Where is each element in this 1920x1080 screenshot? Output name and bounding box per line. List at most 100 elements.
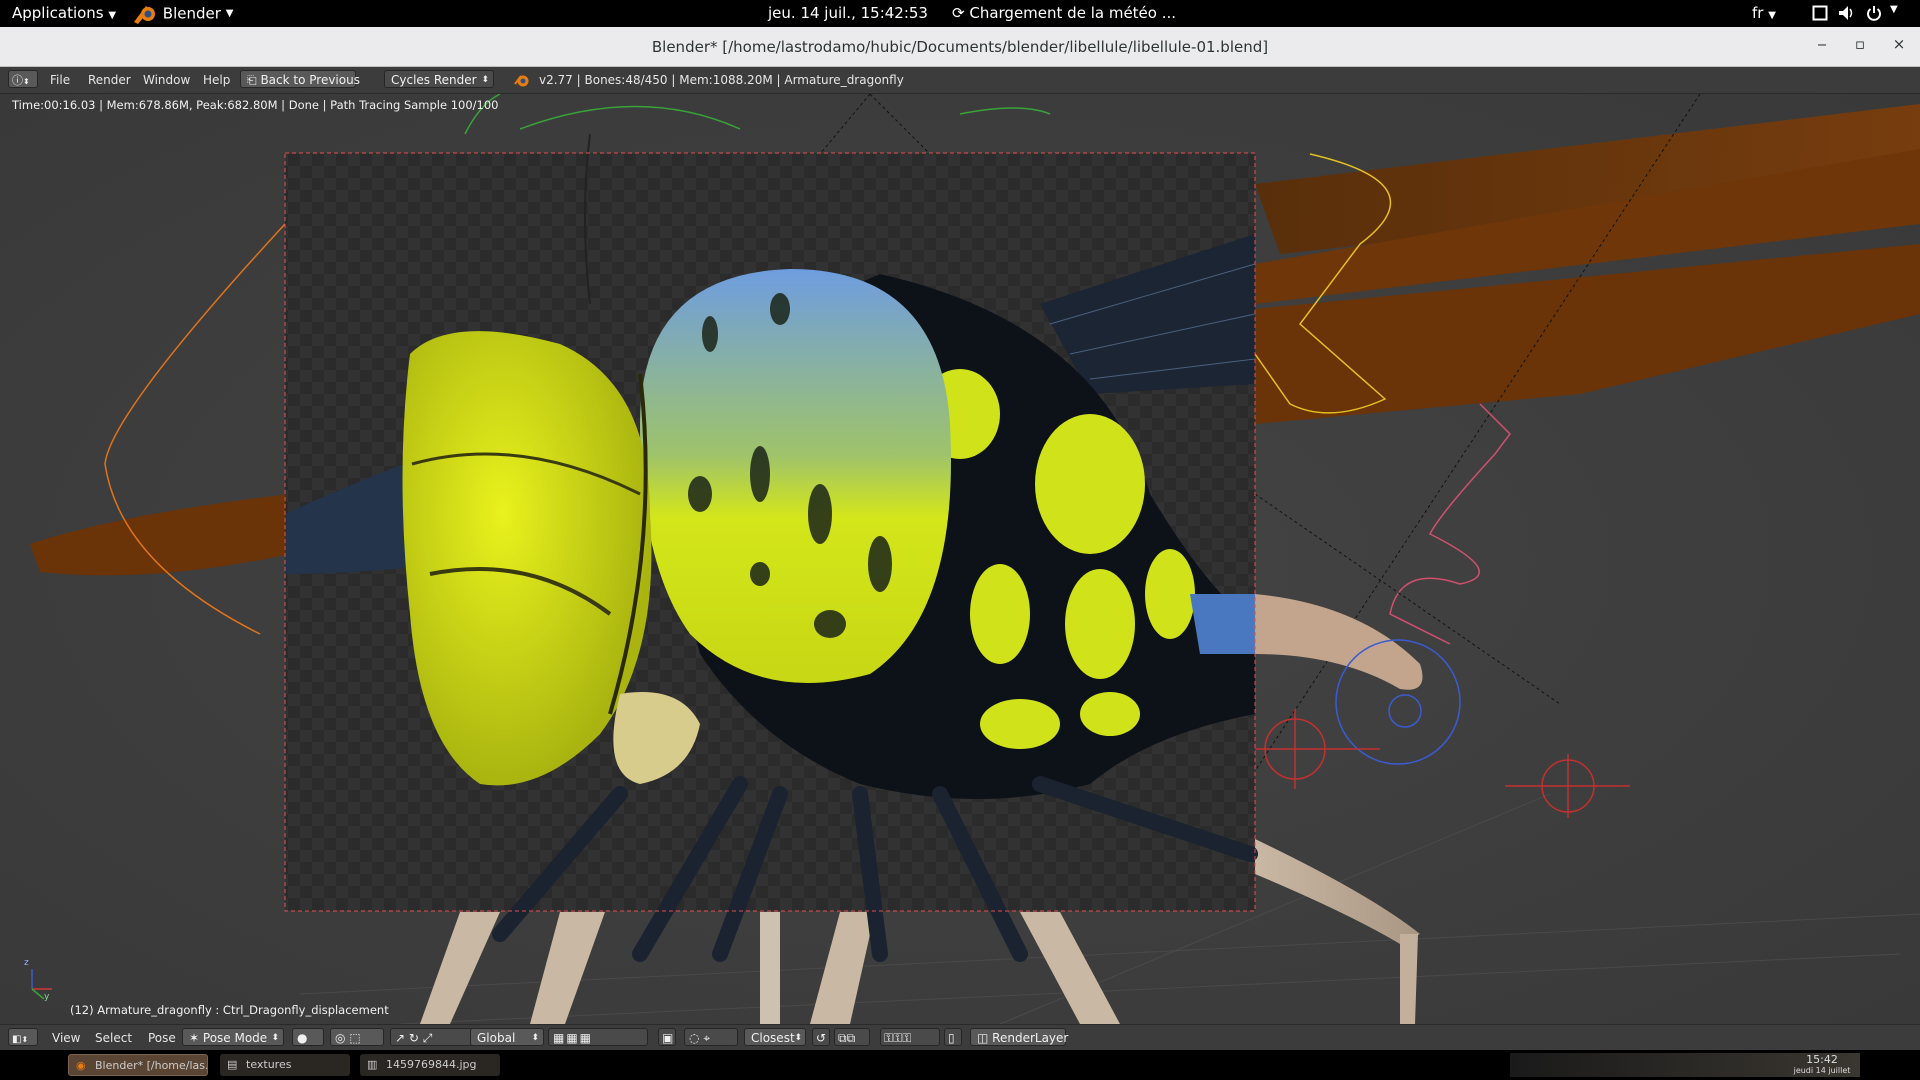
copy-pose-icon: ⧉: [838, 1031, 847, 1045]
chevron-down-icon: ▼: [108, 10, 117, 21]
blender-logo-icon: [134, 6, 155, 24]
app-menu[interactable]: Blender ▼: [128, 0, 233, 27]
maximize-button[interactable]: ▫: [1848, 35, 1872, 57]
editor-type-selector[interactable]: ◧⬍: [8, 1028, 38, 1046]
axis-y-label: y: [44, 992, 50, 1002]
updown-arrows-icon: ⬍: [794, 1033, 802, 1043]
task-image[interactable]: ▥ 1459769844.jpg: [360, 1054, 500, 1076]
task-textures[interactable]: ▤ textures: [220, 1054, 350, 1076]
viewport-shading-select[interactable]: ●: [292, 1028, 324, 1046]
render-engine-label: Cycles Render: [391, 73, 477, 87]
rotation-icon: ↺: [816, 1031, 827, 1045]
volume-icon[interactable]: [1838, 5, 1856, 21]
updown-arrows-icon: ⬍: [21, 1035, 29, 1044]
keyframe-buttons[interactable]: ⚿⚿⚿: [880, 1028, 940, 1046]
window-titlebar: Blender* [/home/lastrodamo/hubic/Documen…: [0, 27, 1920, 67]
menu-window[interactable]: Window: [143, 73, 190, 87]
copy-pose-buttons[interactable]: ⧉⧉: [834, 1028, 870, 1046]
snap-target-select[interactable]: Closest ⬍: [744, 1028, 806, 1046]
applications-menu[interactable]: Applications ▼: [12, 4, 116, 22]
updown-arrows-icon: ⬍: [531, 1033, 539, 1043]
window-icon[interactable]: [1812, 5, 1828, 21]
manipulator-buttons[interactable]: ↗ ↻ ⤢: [390, 1028, 480, 1046]
render-layer-label: RenderLayer: [992, 1031, 1069, 1045]
updown-arrows-icon: ⬍: [23, 77, 30, 86]
align-rotation-button[interactable]: ↺: [812, 1028, 830, 1046]
keying-icon: ⚿⚿⚿: [884, 1031, 912, 1045]
menu-select[interactable]: Select: [95, 1031, 132, 1045]
pivot-select[interactable]: ◎ ⬚: [330, 1028, 384, 1046]
axis-z-label: z: [24, 958, 29, 968]
menu-file[interactable]: File: [50, 73, 70, 87]
render-stats: Time:00:16.03 | Mem:678.86M, Peak:682.80…: [12, 98, 499, 112]
chevron-down-icon: ▼: [225, 8, 234, 19]
object-info: (12) Armature_dragonfly : Ctrl_Dragonfly…: [70, 1003, 389, 1017]
info-icon: ⓘ: [12, 74, 23, 87]
mode-label: Pose Mode: [202, 1031, 268, 1045]
editor-type-selector[interactable]: ⓘ⬍: [8, 70, 38, 88]
power-icon[interactable]: [1866, 5, 1882, 21]
3d-viewport[interactable]: z y: [0, 94, 1920, 1024]
refresh-icon: ⟳: [952, 4, 965, 22]
task-blender-label: Blender* [/home/las...: [95, 1059, 208, 1072]
updown-arrows-icon: ⬍: [481, 75, 489, 85]
pose-icon: ✶: [189, 1031, 200, 1045]
ghost-button[interactable]: ▯: [944, 1028, 962, 1046]
proportional-edit-select[interactable]: ◌ ⌖: [684, 1028, 738, 1046]
info-header: ⓘ⬍ File Render Window Help ⎗ Back to Pre…: [0, 67, 1920, 94]
weather-text: Chargement de la météo ...: [969, 4, 1177, 22]
menu-pose[interactable]: Pose: [148, 1031, 176, 1045]
blender-logo-icon: ◉: [76, 1059, 86, 1072]
chevron-down-icon: ▼: [1768, 10, 1776, 21]
scale-icon: ⤢: [422, 1031, 433, 1045]
back-to-previous-label: Back to Previous: [260, 73, 360, 87]
menu-render[interactable]: Render: [88, 73, 131, 87]
paste-pose-icon: ⧉: [846, 1031, 856, 1045]
task-blender[interactable]: ◉ Blender* [/home/las...: [68, 1054, 208, 1076]
shading-sphere-icon: ●: [297, 1031, 308, 1045]
close-button[interactable]: ×: [1887, 35, 1911, 57]
taskbar: ◉ Blender* [/home/las... ▤ textures ▥ 14…: [0, 1050, 1920, 1080]
minimize-button[interactable]: ‒: [1810, 35, 1834, 57]
snap-target-label: Closest: [751, 1031, 795, 1045]
layer-buttons[interactable]: ▦▦▦: [548, 1028, 648, 1046]
tray-time: 15:42: [1806, 1053, 1838, 1066]
proportional-icon: ◌: [689, 1031, 700, 1045]
render-engine-select[interactable]: Cycles Render ⬍: [384, 70, 494, 88]
render-layer-button[interactable]: ◫ RenderLayer: [970, 1028, 1069, 1046]
weather-indicator[interactable]: ⟳ Chargement de la météo ...: [952, 4, 1176, 22]
updown-arrows-icon: ⬍: [271, 1033, 279, 1043]
chevron-down-icon[interactable]: ▼: [1890, 4, 1898, 15]
tray-date: jeudi 14 juillet: [1793, 1066, 1851, 1075]
viewport-scene: [0, 94, 1920, 1024]
blender-logo-icon: [514, 75, 529, 87]
transform-manipulator-icon: ⬚: [349, 1031, 361, 1045]
snap-magnet-icon: ⌖: [703, 1031, 711, 1045]
rotate-icon: ↻: [408, 1031, 419, 1045]
orientation-label: Global: [477, 1031, 516, 1045]
render-layer-icon: ◫: [977, 1031, 989, 1045]
mode-select[interactable]: ✶ Pose Mode ⬍: [182, 1028, 284, 1046]
task-textures-label: textures: [246, 1058, 292, 1071]
menu-view[interactable]: View: [52, 1031, 80, 1045]
window-title: Blender* [/home/lastrodamo/hubic/Documen…: [651, 38, 1269, 56]
translate-icon: ↗: [395, 1031, 406, 1045]
3d-view-header: ◧⬍ View Select Pose ✶ Pose Mode ⬍ ● ◎ ⬚ …: [0, 1024, 1920, 1051]
folder-icon: ▤: [227, 1058, 238, 1071]
clock[interactable]: jeu. 14 juil., 15:42:53: [768, 4, 928, 22]
menu-help[interactable]: Help: [203, 73, 230, 87]
applications-label: Applications: [12, 4, 104, 22]
app-menu-label: Blender: [162, 4, 221, 23]
language-indicator[interactable]: fr ▼: [1752, 4, 1776, 22]
image-file-icon: ▥: [367, 1058, 378, 1071]
tray-clock[interactable]: 15:42 jeudi 14 juillet: [1790, 1053, 1854, 1075]
task-image-label: 1459769844.jpg: [386, 1058, 477, 1071]
transform-orientation-select[interactable]: Global ⬍: [470, 1028, 544, 1046]
ghost-icon: ▯: [948, 1031, 955, 1045]
system-top-bar: Applications ▼ Blender ▼ jeu. 14 juil., …: [0, 0, 1920, 27]
pivot-icon: ◎: [335, 1031, 346, 1045]
scene-stats: v2.77 | Bones:48/450 | Mem:1088.20M | Ar…: [539, 73, 904, 87]
layers-grid-icon: ▦▦▦: [553, 1031, 594, 1045]
lock-layers-button[interactable]: ▣: [658, 1028, 676, 1046]
back-to-previous-button[interactable]: ⎗ Back to Previous: [240, 70, 360, 88]
